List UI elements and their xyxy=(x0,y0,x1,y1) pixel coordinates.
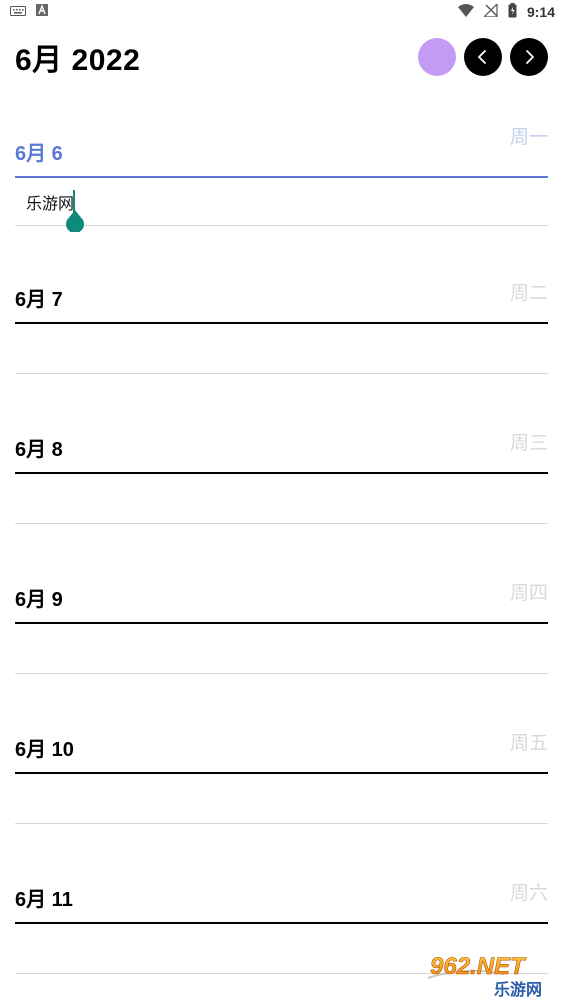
day-header[interactable]: 6月 10 周五 xyxy=(15,728,548,774)
weekday-label: 周六 xyxy=(509,882,548,904)
day-header[interactable]: 6月 11 周六 xyxy=(15,878,548,924)
battery-icon xyxy=(508,2,517,22)
chevron-left-icon xyxy=(478,50,486,64)
prev-week-button[interactable] xyxy=(464,38,502,76)
day-header[interactable]: 6月 9 周四 xyxy=(15,578,548,624)
status-bar: 9:14 xyxy=(0,0,563,24)
cursor-handle-icon[interactable] xyxy=(65,210,85,232)
page-title: 6月 2022 xyxy=(15,44,141,77)
watermark-logo: 962.NET 乐游网 xyxy=(427,953,542,998)
watermark-top-text: 962.NET xyxy=(430,953,527,980)
day-label: 6月 11 xyxy=(15,889,73,911)
day-note-field[interactable] xyxy=(15,774,548,824)
day-note-field[interactable]: 乐游网 xyxy=(15,178,548,232)
weekday-label: 周二 xyxy=(509,282,548,304)
day-label: 6月 6 xyxy=(15,143,63,165)
day-header[interactable]: 6月 8 周三 xyxy=(15,428,548,474)
calendar-header: 6月 2022 xyxy=(15,37,548,77)
keyboard-icon xyxy=(10,5,26,20)
weekday-label: 周一 xyxy=(509,126,548,148)
day-section: 6月 9 周四 xyxy=(15,578,548,674)
day-label: 6月 10 xyxy=(15,739,74,761)
day-section: 6月 8 周三 xyxy=(15,428,548,524)
wifi-icon xyxy=(457,3,474,21)
day-note-field[interactable] xyxy=(15,324,548,374)
text-cursor xyxy=(73,190,75,212)
day-note-field[interactable] xyxy=(15,474,548,524)
day-note-field[interactable] xyxy=(15,624,548,674)
chevron-right-icon xyxy=(526,50,534,64)
day-header[interactable]: 6月 6 周一 xyxy=(15,122,548,178)
day-section: 6月 6 周一 乐游网 xyxy=(15,122,548,232)
day-section: 6月 7 周二 xyxy=(15,278,548,374)
day-section: 6月 10 周五 xyxy=(15,728,548,824)
day-label: 6月 9 xyxy=(15,589,63,611)
no-signal-icon xyxy=(482,2,498,21)
day-label: 6月 7 xyxy=(15,289,63,311)
day-label: 6月 8 xyxy=(15,439,63,461)
status-time: 9:14 xyxy=(526,4,555,20)
weekday-label: 周五 xyxy=(509,732,548,754)
color-picker-button[interactable] xyxy=(418,38,456,76)
day-header[interactable]: 6月 7 周二 xyxy=(15,278,548,324)
watermark-bottom-text: 乐游网 xyxy=(494,980,542,998)
next-week-button[interactable] xyxy=(510,38,548,76)
a-badge-icon xyxy=(36,4,48,20)
weekday-label: 周三 xyxy=(509,432,548,454)
weekday-label: 周四 xyxy=(509,582,548,604)
calendar-screen: 9:14 6月 2022 6月 6 周一 乐游网 6月 7 周二 6月 8 周三… xyxy=(0,0,563,1002)
